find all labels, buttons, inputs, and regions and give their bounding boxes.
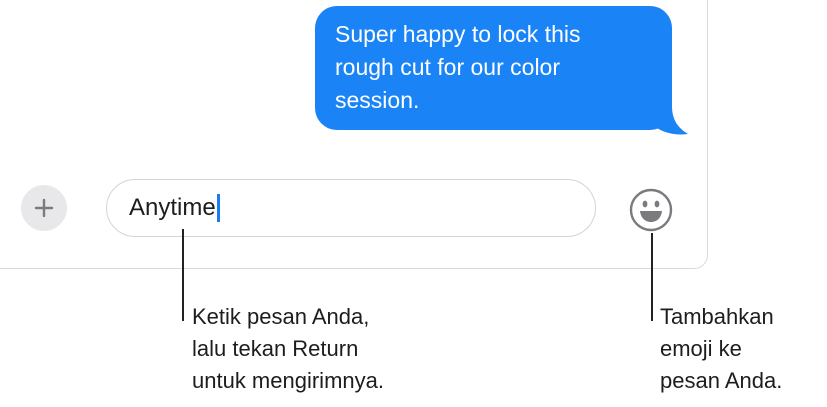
smiley-icon — [629, 188, 673, 232]
plus-icon — [34, 198, 54, 218]
message-input-content: Anytime — [129, 194, 220, 222]
message-input-text: Anytime — [129, 194, 216, 221]
message-input[interactable]: Anytime — [106, 179, 596, 237]
callout-line-emoji — [651, 233, 653, 321]
emoji-button[interactable] — [628, 187, 674, 233]
callout-add-emoji: Tambahkan emoji ke pesan Anda. — [660, 304, 783, 393]
callout-type-message: Ketik pesan Anda, lalu tekan Return untu… — [192, 304, 384, 393]
callout-line-input — [182, 229, 184, 321]
text-caret — [216, 194, 220, 222]
sent-message-text: Super happy to lock this rough cut for o… — [335, 21, 581, 113]
sent-message-bubble: Super happy to lock this rough cut for o… — [315, 6, 672, 130]
add-button[interactable] — [21, 185, 67, 231]
